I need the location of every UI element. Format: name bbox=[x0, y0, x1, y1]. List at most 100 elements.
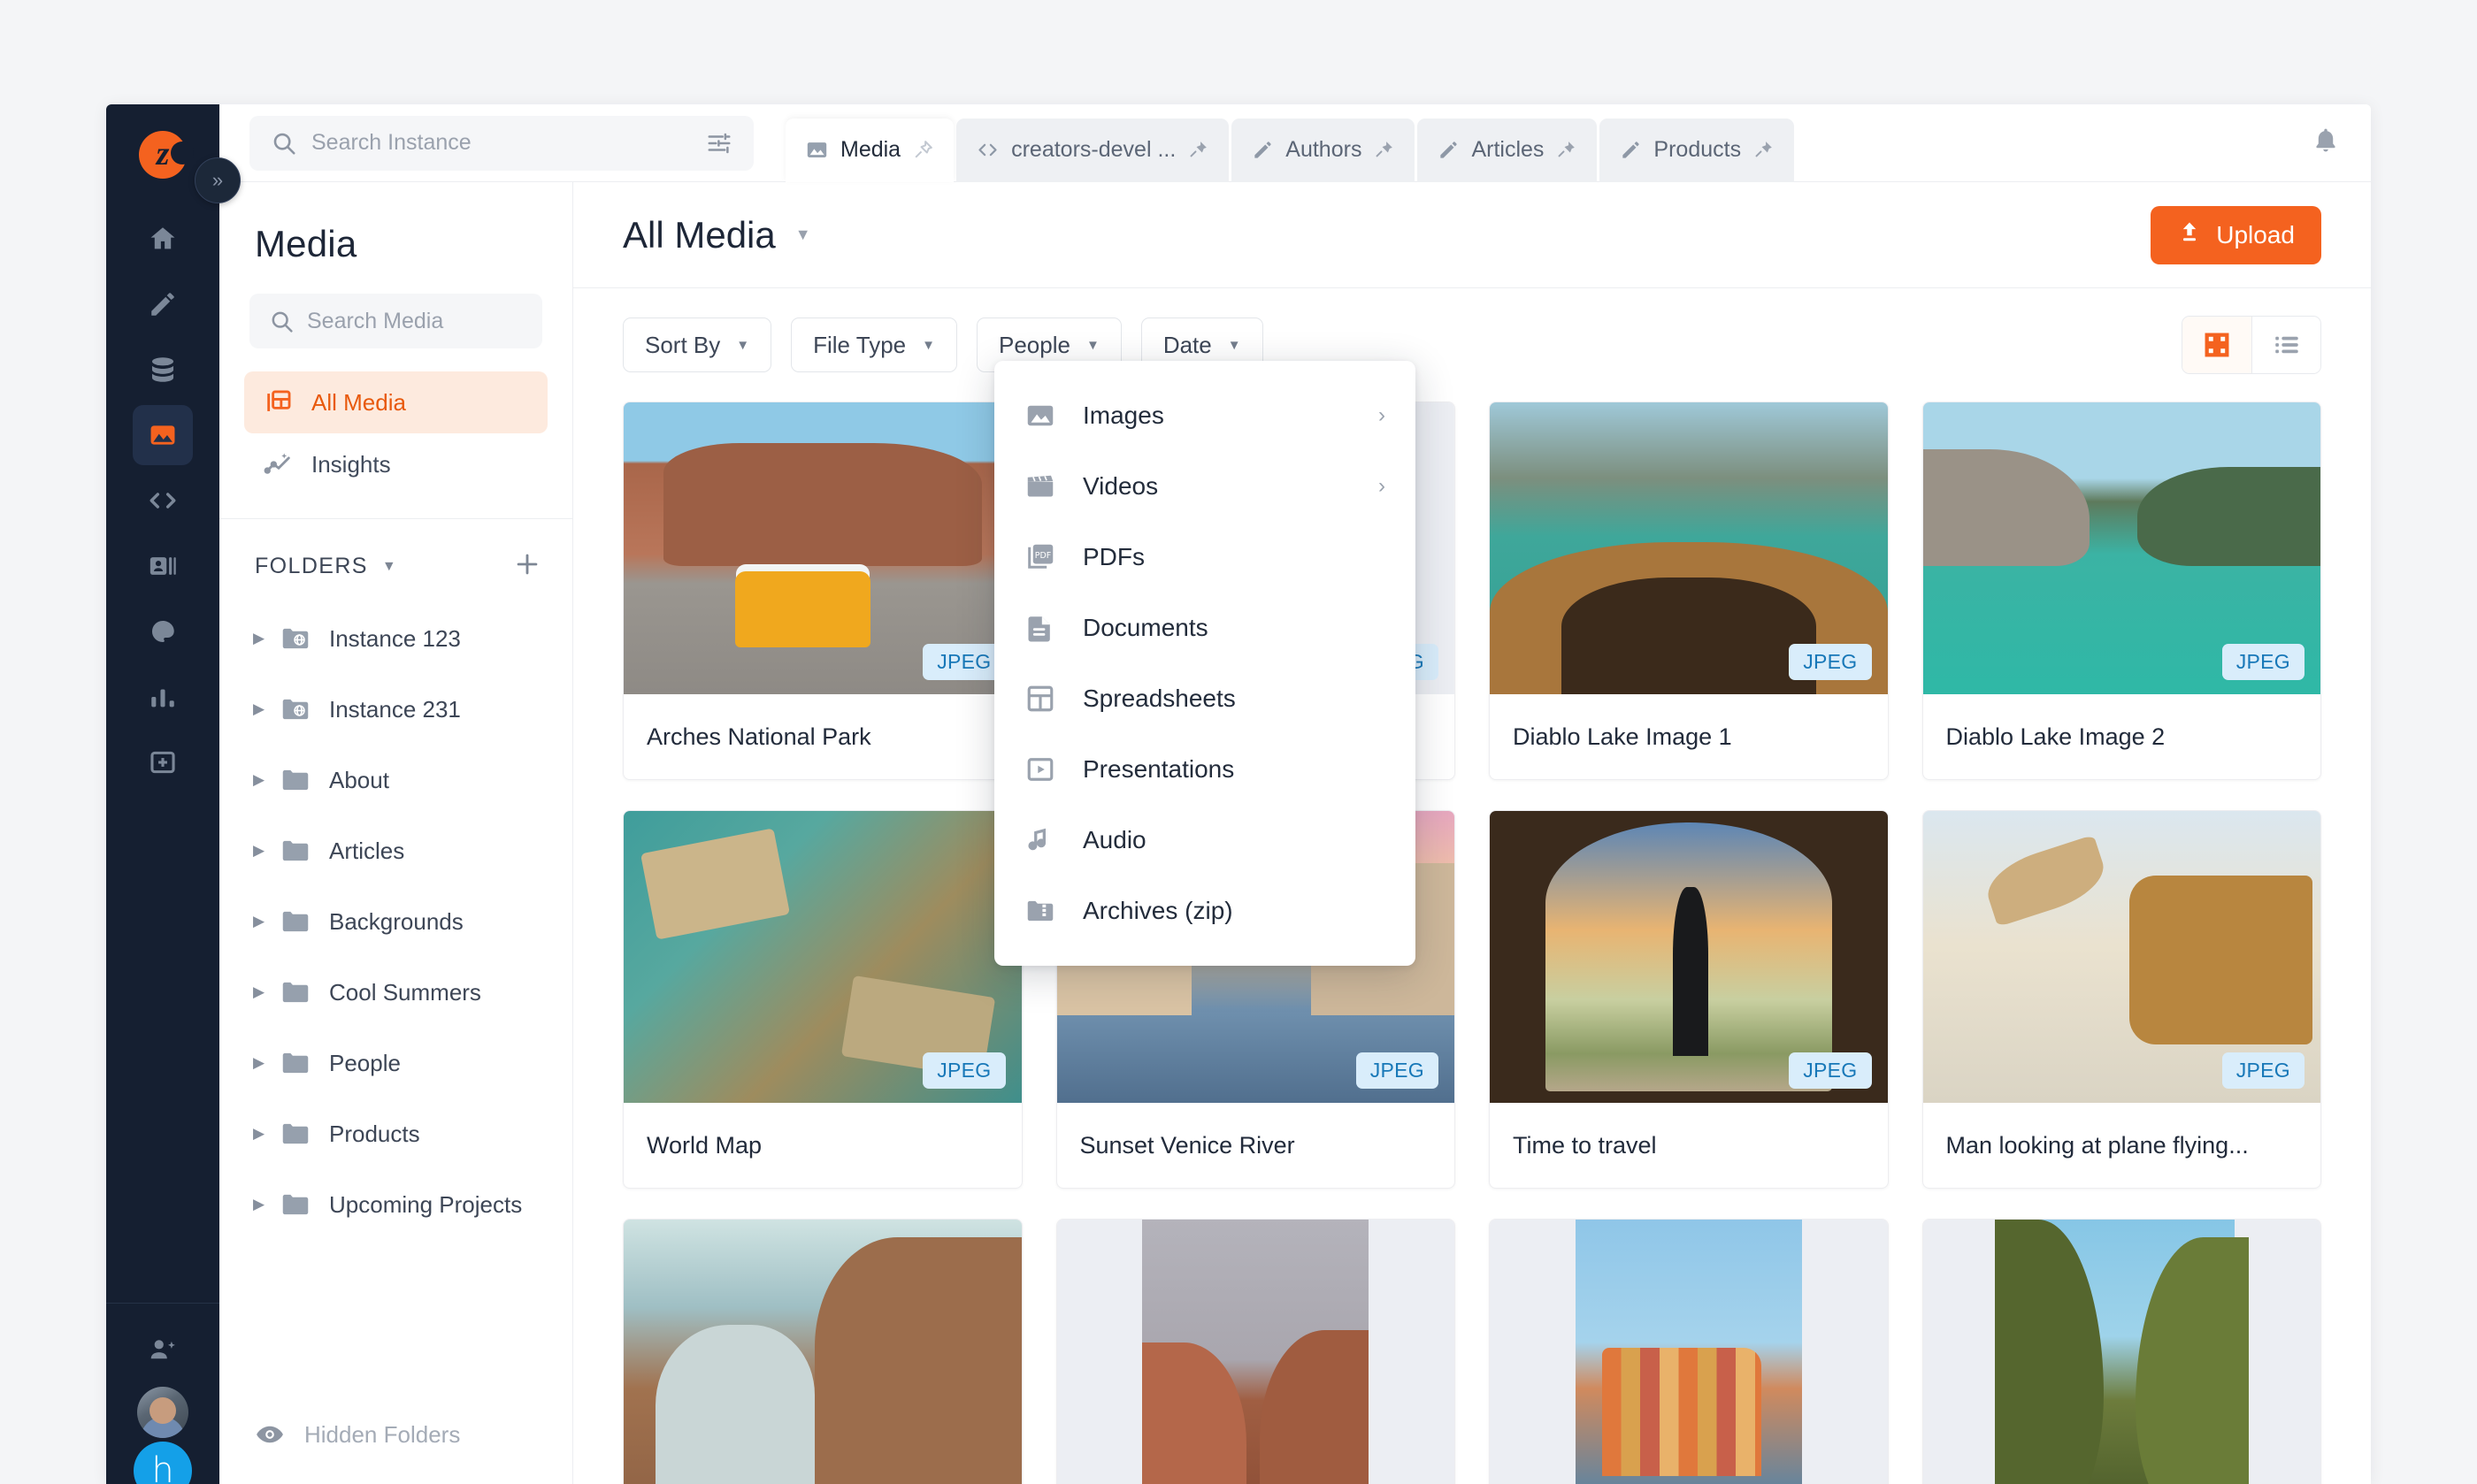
expand-arrow-icon[interactable]: ▶ bbox=[253, 842, 280, 860]
menu-item-spreadsheets[interactable]: Spreadsheets bbox=[994, 663, 1415, 734]
pin-icon[interactable] bbox=[1373, 139, 1395, 161]
invite-user-button[interactable] bbox=[133, 1320, 193, 1380]
expand-arrow-icon[interactable]: ▶ bbox=[253, 983, 280, 1001]
media-card[interactable]: JPEG World Map bbox=[623, 810, 1023, 1189]
list-view-button[interactable] bbox=[2251, 317, 2320, 373]
media-sidebar: Media All Media I bbox=[219, 182, 592, 1484]
rail-item-content-editor[interactable] bbox=[133, 274, 193, 334]
folder-row[interactable]: ▶ Products bbox=[219, 1098, 572, 1169]
folder-row[interactable]: ▶ People bbox=[219, 1028, 572, 1098]
add-folder-button[interactable] bbox=[512, 549, 542, 584]
menu-item-presentations[interactable]: Presentations bbox=[994, 734, 1415, 805]
folder-row[interactable]: ▶ Instance 123 bbox=[219, 603, 572, 674]
expand-arrow-icon[interactable]: ▶ bbox=[253, 1196, 280, 1213]
media-search-input[interactable] bbox=[307, 308, 592, 334]
filter-label: File Type bbox=[813, 331, 907, 358]
pin-icon[interactable] bbox=[912, 139, 934, 161]
search-icon bbox=[271, 130, 297, 157]
rail-item-database[interactable] bbox=[133, 340, 193, 400]
chevron-right-icon: › bbox=[1378, 474, 1385, 498]
instance-search-box[interactable] bbox=[249, 115, 754, 171]
folder-row[interactable]: ▶ About bbox=[219, 745, 572, 815]
media-card[interactable]: JPEG Arches National Park bbox=[623, 402, 1023, 780]
folder-row[interactable]: ▶ Articles bbox=[219, 815, 572, 886]
media-card[interactable]: JPEG Time to travel bbox=[1489, 810, 1889, 1189]
tab-articles[interactable]: Articles bbox=[1417, 118, 1598, 182]
caret-down-icon[interactable]: ▼ bbox=[795, 226, 811, 244]
page-title: Media bbox=[255, 223, 357, 264]
media-card[interactable]: JPEG Diablo Lake Image 2 bbox=[1921, 402, 2321, 780]
filter-file-type[interactable]: File Type ▼ bbox=[791, 317, 957, 372]
hidden-folders-button[interactable]: Hidden Folders bbox=[219, 1385, 572, 1484]
menu-item-pdfs[interactable]: PDF PDFs bbox=[994, 522, 1415, 593]
rail-item-home[interactable] bbox=[133, 209, 193, 269]
expand-arrow-icon[interactable]: ▶ bbox=[253, 630, 280, 647]
menu-item-documents[interactable]: Documents bbox=[994, 593, 1415, 663]
eye-icon bbox=[255, 1419, 285, 1450]
media-card[interactable]: JPEG Diablo Lake Image 1 bbox=[1489, 402, 1889, 780]
sidebar-item-label: Insights bbox=[311, 450, 391, 478]
rail-item-add-panel[interactable] bbox=[133, 732, 193, 792]
pin-icon[interactable] bbox=[1555, 139, 1577, 161]
upload-button[interactable]: Upload bbox=[2151, 205, 2321, 264]
media-search-box[interactable] bbox=[249, 294, 592, 348]
upload-icon bbox=[2177, 219, 2202, 250]
search-input[interactable] bbox=[311, 130, 692, 156]
sidebar-item-label: All Media bbox=[311, 388, 406, 416]
sidebar-item-all-media[interactable]: All Media bbox=[244, 371, 548, 433]
rail-item-analytics[interactable] bbox=[133, 667, 193, 727]
bell-icon bbox=[2316, 128, 2335, 152]
folder-row[interactable]: ▶ Upcoming Projects bbox=[219, 1169, 572, 1240]
workspace-badge[interactable]: h bbox=[134, 1442, 192, 1484]
rail-item-media[interactable] bbox=[133, 405, 193, 465]
sidebar-item-insights[interactable]: Insights bbox=[244, 433, 548, 495]
media-card[interactable] bbox=[1055, 1219, 1455, 1484]
media-card[interactable] bbox=[1921, 1219, 2321, 1484]
body-region: Media All Media I bbox=[219, 182, 2371, 1484]
list-icon bbox=[2274, 336, 2298, 354]
pin-icon[interactable] bbox=[1187, 139, 1209, 161]
folder-row[interactable]: ▶ Backgrounds bbox=[219, 886, 572, 957]
menu-item-archives[interactable]: Archives (zip) bbox=[994, 876, 1415, 946]
rail-item-cloud[interactable] bbox=[133, 601, 193, 662]
folder-name: About bbox=[329, 766, 389, 793]
sliders-icon[interactable] bbox=[706, 130, 732, 157]
tab-label: Authors bbox=[1285, 137, 1362, 162]
media-card-title: Diablo Lake Image 2 bbox=[1945, 723, 2166, 750]
expand-arrow-icon[interactable]: ▶ bbox=[253, 913, 280, 930]
menu-item-label: Audio bbox=[1083, 826, 1146, 853]
brand-logo[interactable]: z bbox=[135, 127, 194, 182]
caret-down-icon[interactable]: ▼ bbox=[382, 559, 396, 575]
expand-arrow-icon[interactable]: ▶ bbox=[253, 771, 280, 789]
chevrons-right-icon[interactable]: » bbox=[195, 157, 241, 203]
media-card[interactable] bbox=[623, 1219, 1023, 1484]
menu-item-audio[interactable]: Audio bbox=[994, 805, 1415, 876]
folder-row[interactable]: ▶ Cool Summers bbox=[219, 957, 572, 1028]
tab-media[interactable]: Media bbox=[786, 118, 955, 182]
rail-item-developer[interactable] bbox=[133, 470, 193, 531]
cloud-icon bbox=[151, 620, 174, 643]
pencil-icon bbox=[1619, 139, 1642, 162]
folder-icon bbox=[280, 1118, 329, 1150]
expand-arrow-icon[interactable]: ▶ bbox=[253, 700, 280, 718]
menu-item-images[interactable]: Images › bbox=[994, 380, 1415, 451]
tab-creators-devel[interactable]: creators-devel ... bbox=[956, 118, 1230, 182]
menu-item-videos[interactable]: Videos › bbox=[994, 451, 1415, 522]
grid-view-button[interactable] bbox=[2182, 317, 2251, 373]
folder-icon bbox=[280, 835, 329, 867]
tab-products[interactable]: Products bbox=[1599, 118, 1795, 182]
folder-row[interactable]: ▶ Instance 231 bbox=[219, 674, 572, 745]
bar-chart-icon bbox=[151, 689, 174, 708]
media-card[interactable] bbox=[1489, 1219, 1889, 1484]
tab-authors[interactable]: Authors bbox=[1231, 118, 1415, 182]
avatar[interactable] bbox=[137, 1387, 188, 1438]
expand-arrow-icon[interactable]: ▶ bbox=[253, 1125, 280, 1143]
expand-arrow-icon[interactable]: ▶ bbox=[253, 1054, 280, 1072]
folder-list: ▶ Instance 123 ▶ Instance 231 ▶ About ▶ … bbox=[219, 603, 572, 1385]
filter-sort-by[interactable]: Sort By ▼ bbox=[623, 317, 772, 372]
notifications-button[interactable] bbox=[2311, 126, 2341, 160]
media-card[interactable]: JPEG Man looking at plane flying... bbox=[1921, 810, 2321, 1189]
pin-icon[interactable] bbox=[1752, 139, 1775, 161]
rail-item-contacts[interactable] bbox=[133, 536, 193, 596]
media-card-title: World Map bbox=[647, 1131, 763, 1159]
